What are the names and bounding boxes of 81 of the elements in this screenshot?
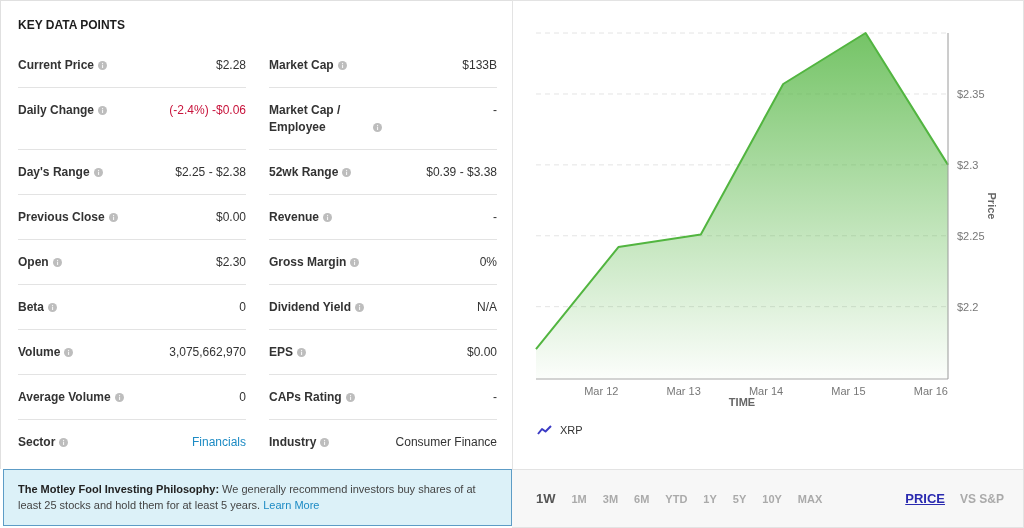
field-label: 52wk Range [269,164,339,181]
field-label: EPS [269,344,293,361]
philosophy-text: The Motley Fool Investing Philosophy: We generally recommend investors buy shares of at least 25 stocks and hold them for at least 5 years. Learn More [18,482,477,513]
info-icon[interactable] [355,303,365,312]
info-icon[interactable] [93,168,103,177]
field-value: $2.28 [215,57,246,74]
field-value: 0 [239,389,246,406]
info-icon[interactable] [52,258,62,267]
field-value: $2.25 - $2.38 [175,164,246,181]
field-value: - [493,389,497,406]
info-icon[interactable] [64,348,74,357]
field-value: - [493,209,497,226]
field-label: Gross Margin [269,254,347,271]
field-label: Beta [18,299,44,316]
y-axis-title: Price [986,192,998,220]
field-value: 0 [239,299,246,316]
range-tab[interactable]: 10Y [762,493,782,505]
info-icon[interactable] [108,213,118,222]
view-tab[interactable]: PRICE [905,491,945,506]
info-icon[interactable] [373,123,382,132]
range-tab[interactable]: 6M [634,493,650,505]
x-tick-label: Mar 16 [913,385,948,397]
info-icon[interactable] [48,303,57,312]
y-tick-label: $2.3 [957,158,979,171]
field-label: Current Price [18,57,95,74]
range-tab[interactable]: 1M [571,493,587,505]
field-label: Revenue [269,209,320,226]
x-tick-label: Mar 12 [584,385,619,397]
field-value: $2.30 [215,254,246,271]
field-label: Dividend Yield [269,299,352,316]
range-tab[interactable]: 1W [536,491,556,506]
field-value: $133B [462,57,497,74]
legend-label: XRP [560,423,583,437]
field-label: Open [18,254,49,271]
x-tick-label: Mar 15 [831,385,866,397]
panel-title: KEY DATA POINTS [18,17,126,34]
field-label: Previous Close [18,209,105,226]
info-icon[interactable] [98,106,108,115]
info-icon[interactable] [337,61,347,70]
x-tick-label: Mar 13 [666,385,701,397]
info-icon[interactable] [345,393,355,402]
daily-change-value: (-2.4%) -$0.06 [169,102,246,119]
range-tab[interactable]: 1Y [703,493,717,505]
info-icon[interactable] [320,438,330,447]
field-label: Volume [18,344,61,361]
y-tick-label: $2.35 [957,88,985,100]
field-label: Daily Change [18,102,95,119]
y-tick-label: $2.25 [957,229,985,242]
field-label: Sector [18,434,56,451]
info-icon[interactable] [59,438,69,447]
field-label: Industry [269,434,317,451]
field-label: CAPs Rating [269,389,342,406]
field-value: 3,075,662,970 [169,344,246,361]
field-value: 0% [479,254,497,271]
info-icon[interactable] [98,61,108,70]
info-icon[interactable] [297,348,306,357]
field-value: N/A [477,299,497,316]
info-icon[interactable] [342,168,352,177]
range-tab[interactable]: YTD [665,493,688,505]
field-label: Day's Range [18,164,90,181]
field-value: $0.00 [215,209,246,226]
field-label: Average Volume [18,389,111,406]
x-tick-label: Mar 14 [748,385,784,397]
info-icon[interactable] [114,393,124,402]
info-icon[interactable] [350,258,360,267]
legend-line-icon [537,425,552,435]
field-value: Consumer Finance [395,434,497,451]
field-value: - [493,102,497,119]
field-label: Market Cap [269,57,334,74]
field-label: Market Cap / Employee [269,102,342,136]
info-icon[interactable] [323,213,333,222]
range-tab[interactable]: 3M [602,493,619,505]
field-value: $0.00 [466,344,497,361]
range-tab[interactable]: MAX [797,493,823,505]
sector-link[interactable]: Financials [191,434,246,451]
x-axis-title: TIME [728,396,756,408]
y-tick-label: $2.2 [957,300,979,313]
field-value: $0.39 - $3.38 [426,164,497,181]
range-tab[interactable]: 5Y [732,493,747,505]
learn-more-link[interactable]: Learn More [263,499,320,511]
view-tab[interactable]: VS S&P [960,492,1004,506]
